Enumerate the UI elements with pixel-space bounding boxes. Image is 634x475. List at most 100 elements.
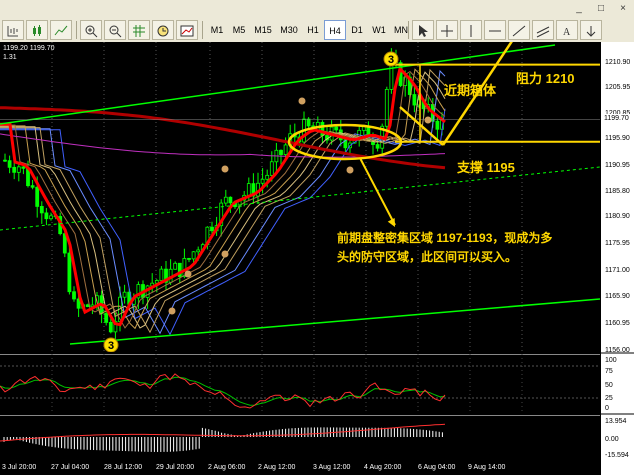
channel-icon[interactable]	[532, 20, 554, 40]
analysis-note-line2: 头的防守区域，此区间可以买入。	[337, 250, 518, 264]
minimize-button[interactable]: _	[572, 3, 586, 15]
fractal-marker	[221, 250, 229, 258]
date-tick-label: 2 Aug 12:00	[258, 464, 296, 471]
oscillator-tick-label: 75	[605, 368, 613, 375]
date-tick-label: 3 Jul 20:00	[2, 464, 37, 471]
timeframe-m15[interactable]: M15	[250, 20, 276, 40]
candle-body	[187, 258, 191, 260]
price-tick-label: 1205.95	[605, 84, 631, 91]
price-tick-label: 1160.95	[605, 320, 630, 327]
fractal-marker	[221, 165, 229, 173]
timeframe-m30[interactable]: M30	[276, 20, 302, 40]
histogram-panel	[0, 415, 600, 462]
fractal-marker	[298, 97, 306, 105]
oscillator-background	[0, 354, 600, 414]
support-label: 支撑 1195	[457, 160, 515, 175]
current-price-tag: 1199.70	[601, 114, 633, 123]
candle-body	[7, 160, 12, 168]
candle-body	[173, 262, 178, 270]
chart-bar-icon[interactable]	[2, 20, 24, 40]
price-tick-label: 1190.95	[605, 162, 630, 169]
grid-icon[interactable]	[128, 20, 150, 40]
oscillator-tick-label: 25	[605, 395, 613, 402]
timeframe-m5[interactable]: M5	[228, 20, 250, 40]
candle-body	[159, 268, 164, 281]
price-tick-label: 1175.95	[605, 240, 630, 247]
candle-body	[16, 166, 21, 173]
wave-marker-bottom-label: 3	[108, 340, 114, 352]
zoom-out-icon[interactable]	[104, 20, 126, 40]
crosshair-icon[interactable]	[436, 20, 458, 40]
candle-body	[122, 291, 127, 298]
histogram-tick-label: -15.594	[605, 452, 629, 459]
candle-body	[35, 186, 40, 207]
template-icon[interactable]	[176, 20, 198, 40]
cursor-icon[interactable]	[412, 20, 434, 40]
oscillator-tick-label: 0	[605, 405, 609, 412]
candle-body	[412, 94, 417, 106]
toolbar: _ □ × A M1 M5 M15 M30 H1 H4 D1 W1 MN	[0, 0, 634, 43]
candle-body	[39, 206, 44, 214]
candle-body	[223, 196, 228, 204]
toolbar-separator	[202, 21, 203, 39]
candles-icon[interactable]	[26, 20, 48, 40]
candle-body	[108, 322, 113, 333]
candle-body	[191, 251, 196, 260]
recent-box-label: 近期箱体	[444, 83, 497, 98]
price-chart[interactable]: 33	[0, 42, 600, 352]
horizontal-line-icon[interactable]	[484, 20, 506, 40]
timeframe-h1[interactable]: H1	[302, 20, 324, 40]
price-tick-label: 1171.00	[605, 267, 630, 274]
candle-body	[435, 120, 440, 130]
candle-body	[196, 249, 201, 253]
price-tick-label: 1180.90	[605, 213, 630, 220]
candle-body	[306, 118, 311, 127]
timeframe-h4[interactable]: H4	[324, 20, 346, 40]
timeframe-d1[interactable]: D1	[346, 20, 368, 40]
close-button[interactable]: ×	[616, 3, 630, 15]
vertical-line-icon[interactable]	[460, 20, 482, 40]
candle-body	[260, 178, 265, 184]
candle-body	[334, 126, 339, 131]
candle-body	[269, 161, 274, 176]
candle-body	[30, 185, 35, 188]
trendline-icon[interactable]	[508, 20, 530, 40]
date-tick-label: 4 Aug 20:00	[364, 464, 402, 471]
candle-body	[283, 144, 288, 155]
candle-body	[279, 149, 283, 155]
zoom-in-icon[interactable]	[80, 20, 102, 40]
arrow-tool-icon[interactable]	[580, 20, 602, 40]
oscillator-panel	[0, 354, 600, 414]
fractal-marker	[168, 307, 176, 315]
date-tick-label: 9 Aug 14:00	[468, 464, 506, 471]
candle-body	[67, 252, 72, 293]
date-tick-label: 2 Aug 06:00	[208, 464, 246, 471]
candle-body	[3, 159, 7, 162]
analysis-note-line1: 前期盘整密集区域 1197-1193，现成为多	[337, 231, 553, 245]
toolbar-separator	[76, 21, 77, 39]
price-tick-label: 1165.90	[605, 293, 630, 300]
candle-body	[21, 166, 26, 169]
date-tick-label: 28 Jul 12:00	[104, 464, 143, 471]
clock-icon[interactable]	[152, 20, 174, 40]
date-tick-label: 27 Jul 04:00	[51, 464, 90, 471]
restore-button[interactable]: □	[594, 3, 608, 15]
text-tool-icon[interactable]: A	[556, 20, 578, 40]
candle-body	[44, 212, 49, 220]
timeframe-w1[interactable]: W1	[368, 20, 390, 40]
candle-body	[265, 174, 270, 180]
date-tick-label: 3 Aug 12:00	[313, 464, 351, 471]
date-tick-label: 29 Jul 20:00	[156, 464, 195, 471]
line-chart-icon[interactable]	[50, 20, 72, 40]
chart-header-prices: 1199.20 1199.70	[3, 45, 55, 52]
fractal-marker	[184, 270, 192, 278]
resistance-label: 阻力 1210	[516, 71, 575, 86]
price-tick-label: 1185.80	[605, 188, 630, 195]
timeframe-m1[interactable]: M1	[206, 20, 228, 40]
fractal-marker	[346, 166, 354, 174]
timeframe-mn[interactable]: MN	[390, 20, 412, 40]
price-tick-label: 1210.90	[605, 59, 631, 66]
candle-body	[72, 291, 76, 300]
candle-body	[375, 144, 380, 149]
oscillator-tick-label: 100	[605, 357, 617, 364]
